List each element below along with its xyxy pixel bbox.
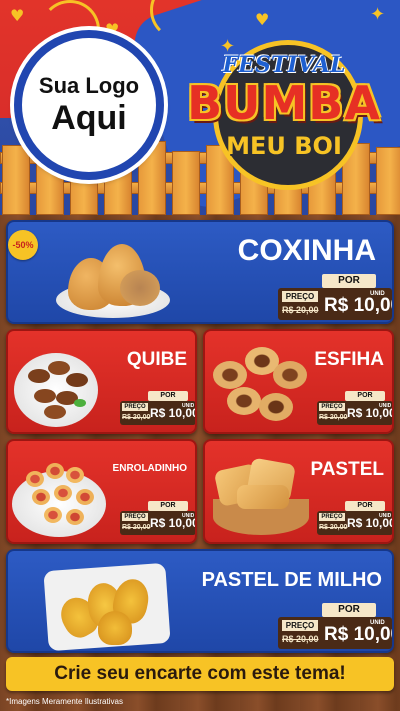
star-icon: ✦ xyxy=(370,4,386,25)
old-price: R$ 20,00 xyxy=(122,414,151,421)
preco-label: PREÇO xyxy=(319,403,345,411)
logo-placeholder[interactable]: Sua Logo Aqui xyxy=(14,30,164,180)
preco-label: PREÇO xyxy=(122,403,148,411)
meu-boi-word: MEU BOI xyxy=(226,132,342,160)
preco-label: PREÇO xyxy=(282,620,318,631)
price-tag: POR PREÇO R$ 20,00 R$ 10,00 UNID xyxy=(317,391,392,425)
price-tag: POR PREÇO R$ 20,00 R$ 10,00 UNID xyxy=(317,501,392,535)
header-banner: ♥ ♥ ♥ ✦ ✦ Sua Logo Aqui FESTIVAL BUMBA M… xyxy=(0,0,400,215)
por-label: POR xyxy=(322,274,376,288)
new-price: R$ 10,00 xyxy=(324,624,394,645)
price-tag: POR PREÇO R$ 20,00 R$ 10,00 UNID xyxy=(120,501,195,535)
por-label: POR xyxy=(148,501,188,511)
logo-line1: Sua Logo xyxy=(38,73,140,98)
pastel-image xyxy=(209,455,313,541)
por-label: POR xyxy=(148,391,188,401)
price-tag: POR PREÇO R$ 20,00 R$ 10,00 UNID xyxy=(278,274,392,320)
product-title: ESFIHA xyxy=(314,349,384,370)
logo-line2: Aqui xyxy=(51,99,127,137)
festival-title-badge: FESTIVAL BUMBA MEU BOI xyxy=(178,30,390,190)
festival-word: FESTIVAL xyxy=(222,52,346,78)
quibe-image xyxy=(14,339,100,429)
coxinha-image xyxy=(48,236,178,322)
discount-badge: -50% xyxy=(8,230,38,260)
unid-label: UNID xyxy=(370,291,385,297)
product-card-pastel-de-milho[interactable]: PASTEL DE MILHO POR PREÇO R$ 20,00 R$ 10… xyxy=(6,549,394,653)
old-price: R$ 20,00 xyxy=(122,524,151,531)
heart-icon: ♥ xyxy=(255,10,270,29)
old-price: R$ 20,00 xyxy=(282,305,319,315)
old-price: R$ 20,00 xyxy=(282,634,319,644)
product-title: QUIBE xyxy=(126,349,187,370)
disclaimer-text: *Imagens Meramente Ilustrativas xyxy=(6,697,123,706)
esfiha-image xyxy=(211,339,311,429)
product-card-esfiha[interactable]: ESFIHA POR PREÇO R$ 20,00 R$ 10,00 UNID xyxy=(203,329,394,434)
pastel-de-milho-image xyxy=(42,557,172,651)
cta-banner[interactable]: Crie seu encarte com este tema! xyxy=(6,657,394,691)
por-label: POR xyxy=(322,603,376,617)
new-price: R$ 10,00 xyxy=(324,295,394,316)
product-title: ENROLADINHO xyxy=(112,463,187,474)
product-card-enroladinho[interactable]: ENROLADINHO POR PREÇO R$ 20,00 R$ 10,00 … xyxy=(6,439,197,544)
unid-label: UNID xyxy=(182,403,195,409)
por-label: POR xyxy=(345,391,385,401)
price-tag: POR PREÇO R$ 20,00 R$ 10,00 UNID xyxy=(120,391,195,425)
unid-label: UNID xyxy=(379,513,392,519)
price-tag: POR PREÇO R$ 20,00 R$ 10,00 UNID xyxy=(278,603,392,649)
preco-label: PREÇO xyxy=(319,513,345,521)
product-card-quibe[interactable]: QUIBE POR PREÇO R$ 20,00 R$ 10,00 UNID xyxy=(6,329,197,434)
enroladinho-image xyxy=(12,449,108,541)
heart-icon: ♥ xyxy=(10,6,25,25)
preco-label: PREÇO xyxy=(282,291,318,302)
bumba-word: BUMBA xyxy=(187,76,381,130)
product-card-coxinha[interactable]: COXINHA POR PREÇO R$ 20,00 R$ 10,00 UNID xyxy=(6,220,394,324)
unid-label: UNID xyxy=(370,620,385,626)
old-price: R$ 20,00 xyxy=(319,414,348,421)
product-title: COXINHA xyxy=(237,234,376,267)
preco-label: PREÇO xyxy=(122,513,148,521)
product-title: PASTEL xyxy=(310,459,384,480)
unid-label: UNID xyxy=(182,513,195,519)
product-card-pastel[interactable]: PASTEL POR PREÇO R$ 20,00 R$ 10,00 UNID xyxy=(203,439,394,544)
por-label: POR xyxy=(345,501,385,511)
old-price: R$ 20,00 xyxy=(319,524,348,531)
product-title: PASTEL DE MILHO xyxy=(201,569,382,591)
unid-label: UNID xyxy=(379,403,392,409)
